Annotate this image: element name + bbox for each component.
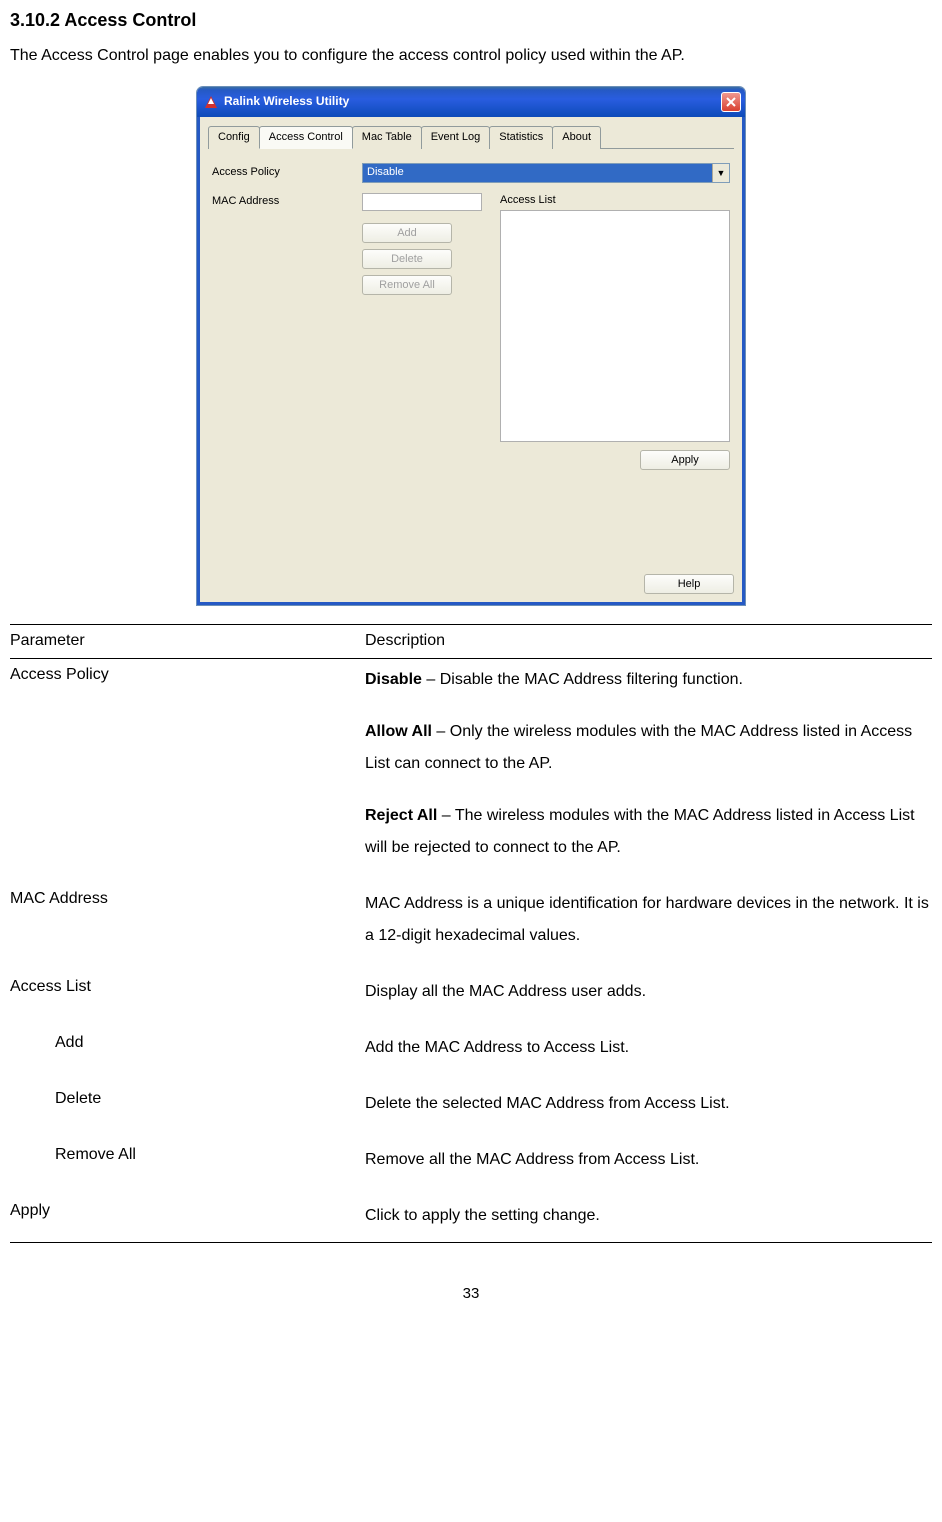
parameter-table: Parameter Description Access Policy Disa… — [10, 624, 932, 1242]
text-disable: – Disable the MAC Address filtering func… — [422, 671, 743, 688]
label-access-policy: Access Policy — [212, 165, 362, 180]
text-allow: – Only the wireless modules with the MAC… — [365, 723, 912, 772]
desc-add: Add the MAC Address to Access List. — [365, 1032, 932, 1088]
desc-remove-all: Remove all the MAC Address from Access L… — [365, 1144, 932, 1200]
remove-all-button[interactable]: Remove All — [362, 275, 452, 295]
bold-disable: Disable — [365, 671, 422, 688]
dropdown-value: Disable — [363, 165, 712, 180]
tab-event-log[interactable]: Event Log — [421, 126, 491, 149]
label-access-list: Access List — [500, 193, 730, 208]
th-parameter: Parameter — [10, 625, 365, 658]
text-reject: – The wireless modules with the MAC Addr… — [365, 807, 915, 856]
bold-allow: Allow All — [365, 723, 432, 740]
desc-mac-address: MAC Address is a unique identification f… — [365, 888, 932, 976]
desc-access-policy: Disable – Disable the MAC Address filter… — [365, 658, 932, 888]
tab-mac-table[interactable]: Mac Table — [352, 126, 422, 149]
tab-about[interactable]: About — [552, 126, 601, 149]
desc-delete: Delete the selected MAC Address from Acc… — [365, 1088, 932, 1144]
screenshot-container: Ralink Wireless Utility Config Access Co… — [10, 86, 932, 607]
access-list-box[interactable] — [500, 210, 730, 442]
tab-access-control[interactable]: Access Control — [259, 126, 353, 149]
help-button[interactable]: Help — [644, 574, 734, 594]
tab-config[interactable]: Config — [208, 126, 260, 149]
param-add: Add — [10, 1032, 365, 1088]
page-number: 33 — [10, 1283, 932, 1304]
param-remove-all: Remove All — [10, 1144, 365, 1200]
apply-button[interactable]: Apply — [640, 450, 730, 470]
bold-reject: Reject All — [365, 807, 437, 824]
app-window: Ralink Wireless Utility Config Access Co… — [196, 86, 746, 607]
titlebar: Ralink Wireless Utility — [197, 87, 745, 117]
window-body: Config Access Control Mac Table Event Lo… — [197, 117, 745, 606]
intro-text: The Access Control page enables you to c… — [10, 45, 932, 67]
label-mac-address: MAC Address — [212, 194, 362, 209]
param-apply: Apply — [10, 1200, 365, 1243]
delete-button[interactable]: Delete — [362, 249, 452, 269]
desc-access-list: Display all the MAC Address user adds. — [365, 976, 932, 1032]
access-policy-dropdown[interactable]: Disable ▼ — [362, 163, 730, 183]
th-description: Description — [365, 625, 932, 658]
mac-address-input[interactable] — [362, 193, 482, 211]
tab-strip: Config Access Control Mac Table Event Lo… — [208, 125, 734, 149]
window-title: Ralink Wireless Utility — [224, 93, 349, 110]
chevron-down-icon: ▼ — [712, 164, 729, 182]
param-delete: Delete — [10, 1088, 365, 1144]
close-button[interactable] — [721, 92, 741, 112]
add-button[interactable]: Add — [362, 223, 452, 243]
section-heading: 3.10.2 Access Control — [10, 8, 932, 33]
desc-apply: Click to apply the setting change. — [365, 1200, 932, 1243]
param-mac-address: MAC Address — [10, 888, 365, 976]
param-access-policy: Access Policy — [10, 658, 365, 888]
param-access-list: Access List — [10, 976, 365, 1032]
tab-statistics[interactable]: Statistics — [489, 126, 553, 149]
app-icon — [203, 94, 219, 110]
